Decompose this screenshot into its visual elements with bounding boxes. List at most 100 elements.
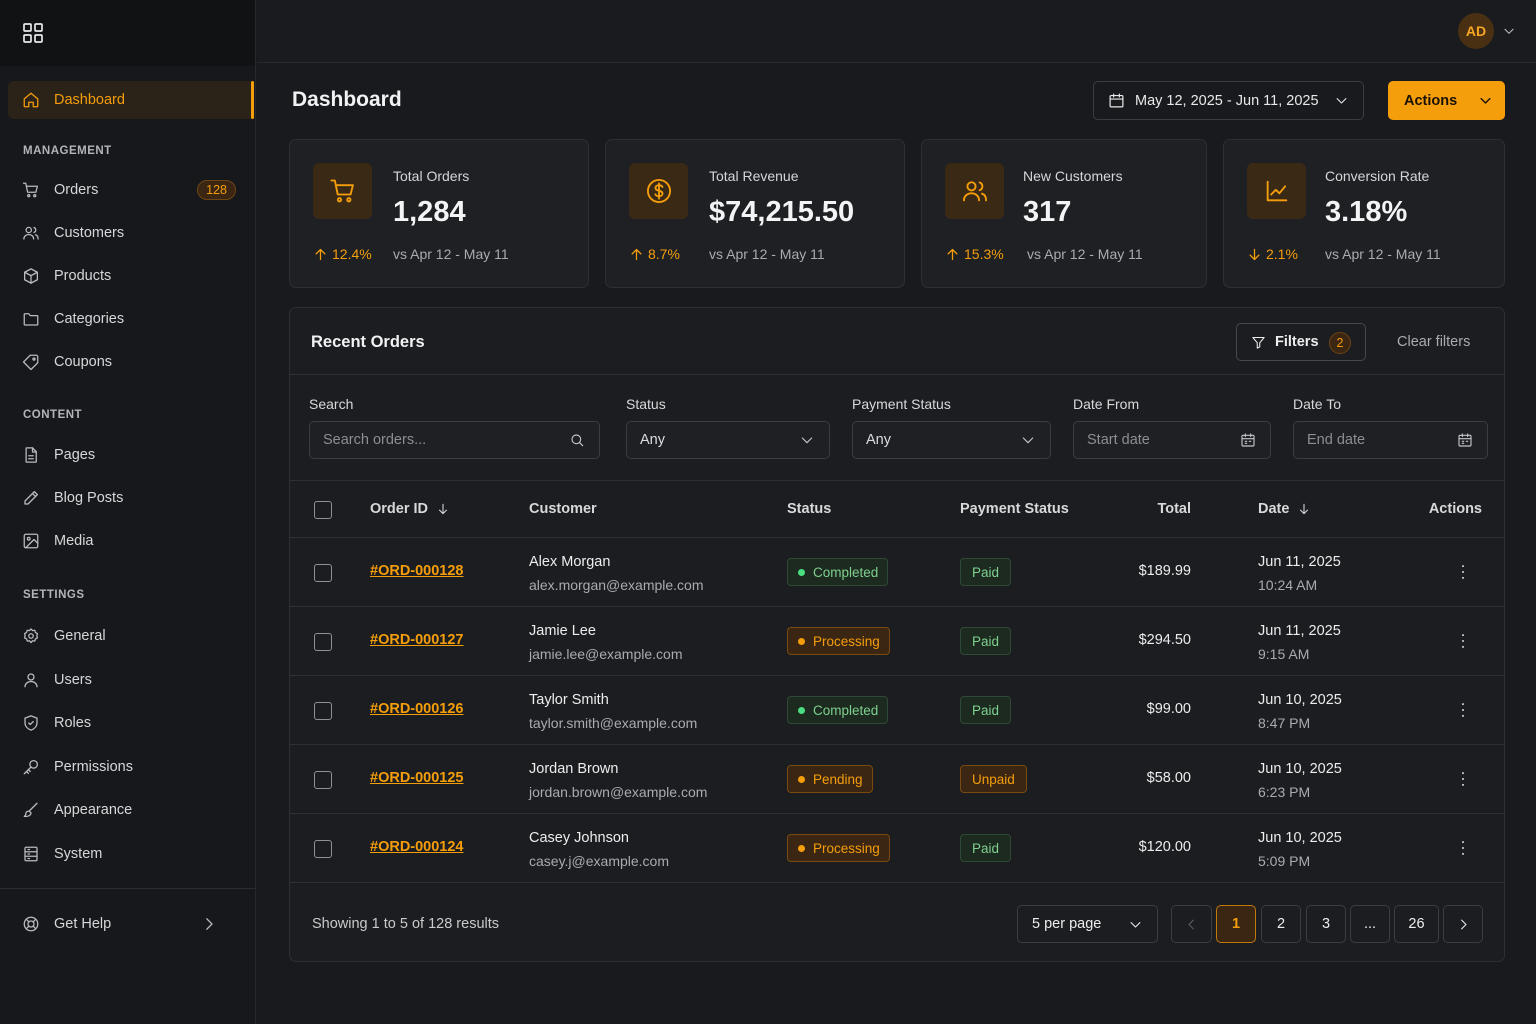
sidebar-item-label: Dashboard [54,92,125,108]
status-text: Completed [813,564,879,580]
stat-card-total-orders: Total Orders 1,284 12.4% vs Apr 12 - May… [289,139,589,288]
sidebar-item-orders[interactable]: Orders 128 [8,171,254,209]
order-total: $58.00 [1146,770,1191,786]
page-button[interactable]: 26 [1394,905,1439,943]
actions-label: Actions [1404,92,1458,109]
order-id-link[interactable]: #ORD-000124 [370,839,464,855]
chevron-down-icon[interactable] [1502,24,1516,38]
date-to-input[interactable]: End date [1293,421,1488,459]
stat-compare: vs Apr 12 - May 11 [709,246,825,262]
order-id-link[interactable]: #ORD-000126 [370,701,464,717]
payment-filter-label: Payment Status [852,396,951,412]
more-vertical-icon[interactable] [1453,769,1473,789]
row-checkbox[interactable] [314,840,332,858]
sidebar-item-system[interactable]: System [8,835,254,873]
arrow-down-icon [1289,502,1311,516]
sidebar-item-blog-posts[interactable]: Blog Posts [8,479,254,517]
chevron-left-icon [1184,917,1199,932]
status-text: Completed [813,702,879,718]
sidebar-item-categories[interactable]: Categories [8,300,254,338]
payment-badge: Paid [960,558,1012,586]
column-header-status: Status [787,501,832,517]
column-header-date[interactable]: Date [1258,501,1311,517]
date-range-value: May 12, 2025 - Jun 11, 2025 [1135,92,1319,109]
status-dot [798,568,805,576]
customer-name: Jamie Lee [529,623,596,639]
select-all-checkbox[interactable] [314,501,332,519]
sidebar-item-label: Orders [54,182,99,198]
search-input[interactable]: Search orders... [309,421,600,459]
sidebar-item-permissions[interactable]: Permissions [8,748,254,786]
user-icon [22,671,54,689]
stat-delta-value: 12.4% [332,246,372,262]
sidebar-item-products[interactable]: Products [8,257,254,295]
tag-icon [22,353,54,371]
sidebar-item-users[interactable]: Users [8,661,254,699]
more-vertical-icon[interactable] [1453,700,1473,720]
status-text: Pending [813,771,863,787]
sidebar-item-general[interactable]: General [8,617,254,655]
chevron-right-icon [200,915,232,933]
order-time: 6:23 PM [1258,784,1311,800]
sidebar-item-get-help[interactable]: Get Help [8,905,254,943]
payment-status-select[interactable]: Any [852,421,1051,459]
per-page-select[interactable]: 5 per page [1017,905,1158,943]
box-icon [22,267,54,285]
clear-filters-link[interactable]: Clear filters [1397,334,1470,350]
stat-label: Conversion Rate [1325,168,1430,184]
more-vertical-icon[interactable] [1453,562,1473,582]
status-select-value: Any [640,432,665,448]
order-id-link[interactable]: #ORD-000125 [370,770,464,786]
sidebar-item-appearance[interactable]: Appearance [8,791,254,829]
stat-delta: 8.7% [629,246,680,262]
table-row: #ORD-000125 Jordan Brown jordan.brown@exam… [290,745,1504,814]
actions-button[interactable]: Actions [1388,81,1505,120]
page-button[interactable]: 1 [1216,905,1256,943]
chevron-down-icon [799,432,815,448]
payment-select-value: Any [866,432,891,448]
app-logo[interactable] [0,0,255,66]
row-checkbox[interactable] [314,702,332,720]
shield-icon [22,714,54,732]
customer-name: Alex Morgan [529,554,611,570]
sidebar-item-coupons[interactable]: Coupons [8,343,254,381]
payment-badge: Paid [960,696,1012,724]
customer-email: jordan.brown@example.com [529,784,708,800]
page-button[interactable]: 2 [1261,905,1301,943]
date-from-input[interactable]: Start date [1073,421,1271,459]
next-page-button[interactable] [1443,905,1483,943]
row-checkbox[interactable] [314,633,332,651]
chart-line-icon [1247,163,1306,219]
sidebar-item-customers[interactable]: Customers [8,214,254,252]
customer-email: taylor.smith@example.com [529,715,698,731]
table-row: #ORD-000128 Alex Morgan alex.morgan@exampl… [290,538,1504,607]
more-vertical-icon[interactable] [1453,838,1473,858]
sidebar-item-label: General [54,628,106,644]
status-dot [798,706,805,714]
row-checkbox[interactable] [314,771,332,789]
more-vertical-icon[interactable] [1453,631,1473,651]
sidebar-item-pages[interactable]: Pages [8,436,254,474]
order-id-link[interactable]: #ORD-000127 [370,632,464,648]
order-id-link[interactable]: #ORD-000128 [370,563,464,579]
status-select[interactable]: Any [626,421,830,459]
sidebar-item-dashboard[interactable]: Dashboard [8,81,254,119]
orders-count-badge: 128 [197,180,236,200]
sidebar-item-label: Roles [54,715,92,731]
date-range-picker[interactable]: May 12, 2025 - Jun 11, 2025 [1093,81,1364,120]
payment-badge: Unpaid [960,765,1027,793]
sidebar-item-roles[interactable]: Roles [8,704,254,742]
filters-button[interactable]: Filters 2 [1236,323,1366,361]
page-button[interactable]: 3 [1306,905,1346,943]
row-checkbox[interactable] [314,564,332,582]
avatar[interactable]: AD [1458,13,1494,49]
key-icon [22,758,54,776]
customer-name: Casey Johnson [529,830,629,846]
column-header-order-id[interactable]: Order ID [370,501,450,517]
sidebar-item-label: Media [54,533,94,549]
arrow-up-icon [629,247,648,262]
customer-name: Taylor Smith [529,692,609,708]
filter-icon [1251,335,1275,350]
sidebar-item-media[interactable]: Media [8,522,254,560]
prev-page-button[interactable] [1171,905,1212,943]
